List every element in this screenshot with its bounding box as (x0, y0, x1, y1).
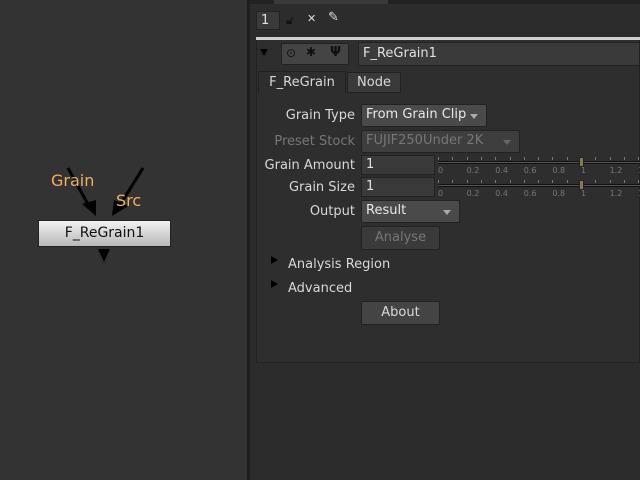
slider-tick (438, 180, 439, 183)
slider-tick (466, 180, 468, 183)
about-button[interactable]: About (361, 301, 440, 325)
slider-tick (623, 180, 625, 183)
node-graph[interactable]: Grain Src F_ReGrain1 (0, 0, 247, 480)
slider-tick-label: 0.2 (466, 166, 480, 175)
grain-size-label: Grain Size (288, 180, 355, 195)
pane-tab[interactable] (274, 0, 388, 4)
slider-tick (609, 180, 611, 183)
max-panels-input[interactable]: 1 (256, 11, 280, 30)
viewer-icon[interactable]: ⊙ (286, 46, 296, 60)
slider-tick-label: 0.8 (552, 166, 566, 175)
slider-tick (566, 180, 568, 183)
slider-tick (480, 180, 482, 183)
grain-amount-input[interactable]: 1 (361, 155, 435, 175)
chevron-down-icon (470, 114, 478, 123)
slider-tick-label: 1.2 (609, 166, 623, 175)
tab-f-regrain[interactable]: F_ReGrain (258, 71, 346, 94)
slider-tick (623, 157, 625, 160)
chevron-down-icon (443, 210, 451, 219)
slider-tick-label: 1.2 (609, 189, 623, 198)
regrain-node[interactable]: F_ReGrain1 (38, 220, 171, 247)
slider-tick (495, 157, 497, 160)
slider-tick (466, 157, 468, 160)
output-dropdown[interactable]: Result (361, 200, 460, 223)
close-all-icon[interactable]: ✕ (307, 12, 316, 25)
analyse-button[interactable]: Analyse (361, 226, 440, 250)
tab-node[interactable]: Node (347, 72, 401, 93)
slider-tick-label: 0 (438, 166, 444, 175)
slider-tick (509, 157, 511, 160)
slider-tick (523, 180, 525, 183)
preset-stock-dropdown[interactable]: FUJIF250Under 2K (361, 130, 520, 153)
slider-tick (438, 157, 439, 160)
slider-tick (595, 157, 597, 160)
collapse-icon[interactable] (260, 49, 268, 56)
slider-tick (523, 157, 525, 160)
slider-tick-label: 0.4 (495, 166, 508, 175)
grain-size-slider[interactable]: 00.20.40.60.811.21.4 (438, 180, 640, 202)
slider-tick-label: 0 (438, 189, 444, 198)
slider-track[interactable] (438, 161, 640, 164)
slider-handle[interactable] (579, 157, 584, 167)
expand-triangle-icon[interactable] (271, 256, 278, 264)
lock-icon[interactable]: 🔓︎ (286, 13, 294, 28)
slider-tick (638, 157, 640, 160)
slider-tick (452, 157, 454, 160)
grain-type-dropdown[interactable]: From Grain Clip (361, 104, 487, 127)
slider-tick-label: 0.6 (523, 166, 537, 175)
slider-tick-label: 0.4 (495, 189, 508, 198)
output-label: Output (309, 204, 355, 219)
slider-handle[interactable] (579, 180, 584, 190)
slider-tick-label: 0.2 (466, 189, 480, 198)
slider-tick (495, 180, 497, 183)
slider-tick (509, 180, 511, 183)
advanced-group[interactable]: Advanced (288, 281, 352, 296)
node-name-field[interactable]: F_ReGrain1 (358, 42, 640, 66)
grain-amount-slider[interactable]: 00.20.40.60.811.21.4 (438, 157, 640, 179)
panel-top-bar (256, 37, 640, 40)
preset-stock-value: FUJIF250Under 2K (366, 133, 484, 148)
input-label-grain: Grain (51, 171, 95, 190)
slider-tick (538, 157, 540, 160)
grain-amount-label: Grain Amount (264, 158, 355, 173)
slider-tick (609, 157, 611, 160)
slider-tick (452, 180, 454, 183)
slider-tick-label: 1 (581, 166, 587, 175)
slider-tick (638, 180, 640, 183)
output-value: Result (366, 203, 407, 218)
grain-type-value: From Grain Clip (366, 107, 467, 122)
grain-type-label: Grain Type (285, 108, 355, 123)
wrench-icon[interactable]: Ψ (330, 45, 341, 60)
chevron-down-icon (503, 140, 511, 149)
preset-stock-label: Preset Stock (274, 134, 355, 149)
slider-tick (566, 157, 568, 160)
slider-tick (595, 180, 597, 183)
slider-tick (538, 180, 540, 183)
node-color-icon[interactable]: ✱ (306, 45, 316, 59)
slider-tick-label: 1 (581, 189, 587, 198)
slider-tick (552, 157, 554, 160)
slider-track[interactable] (438, 184, 640, 187)
analysis-region-group[interactable]: Analysis Region (288, 257, 390, 272)
expand-triangle-icon[interactable] (271, 280, 278, 288)
grain-size-input[interactable]: 1 (361, 177, 435, 197)
edit-icon[interactable]: ✎ (328, 10, 339, 25)
input-label-src: Src (116, 191, 142, 210)
slider-tick-label: 0.6 (523, 189, 537, 198)
slider-tick-label: 0.8 (552, 189, 566, 198)
slider-tick (552, 180, 554, 183)
slider-tick (480, 157, 482, 160)
